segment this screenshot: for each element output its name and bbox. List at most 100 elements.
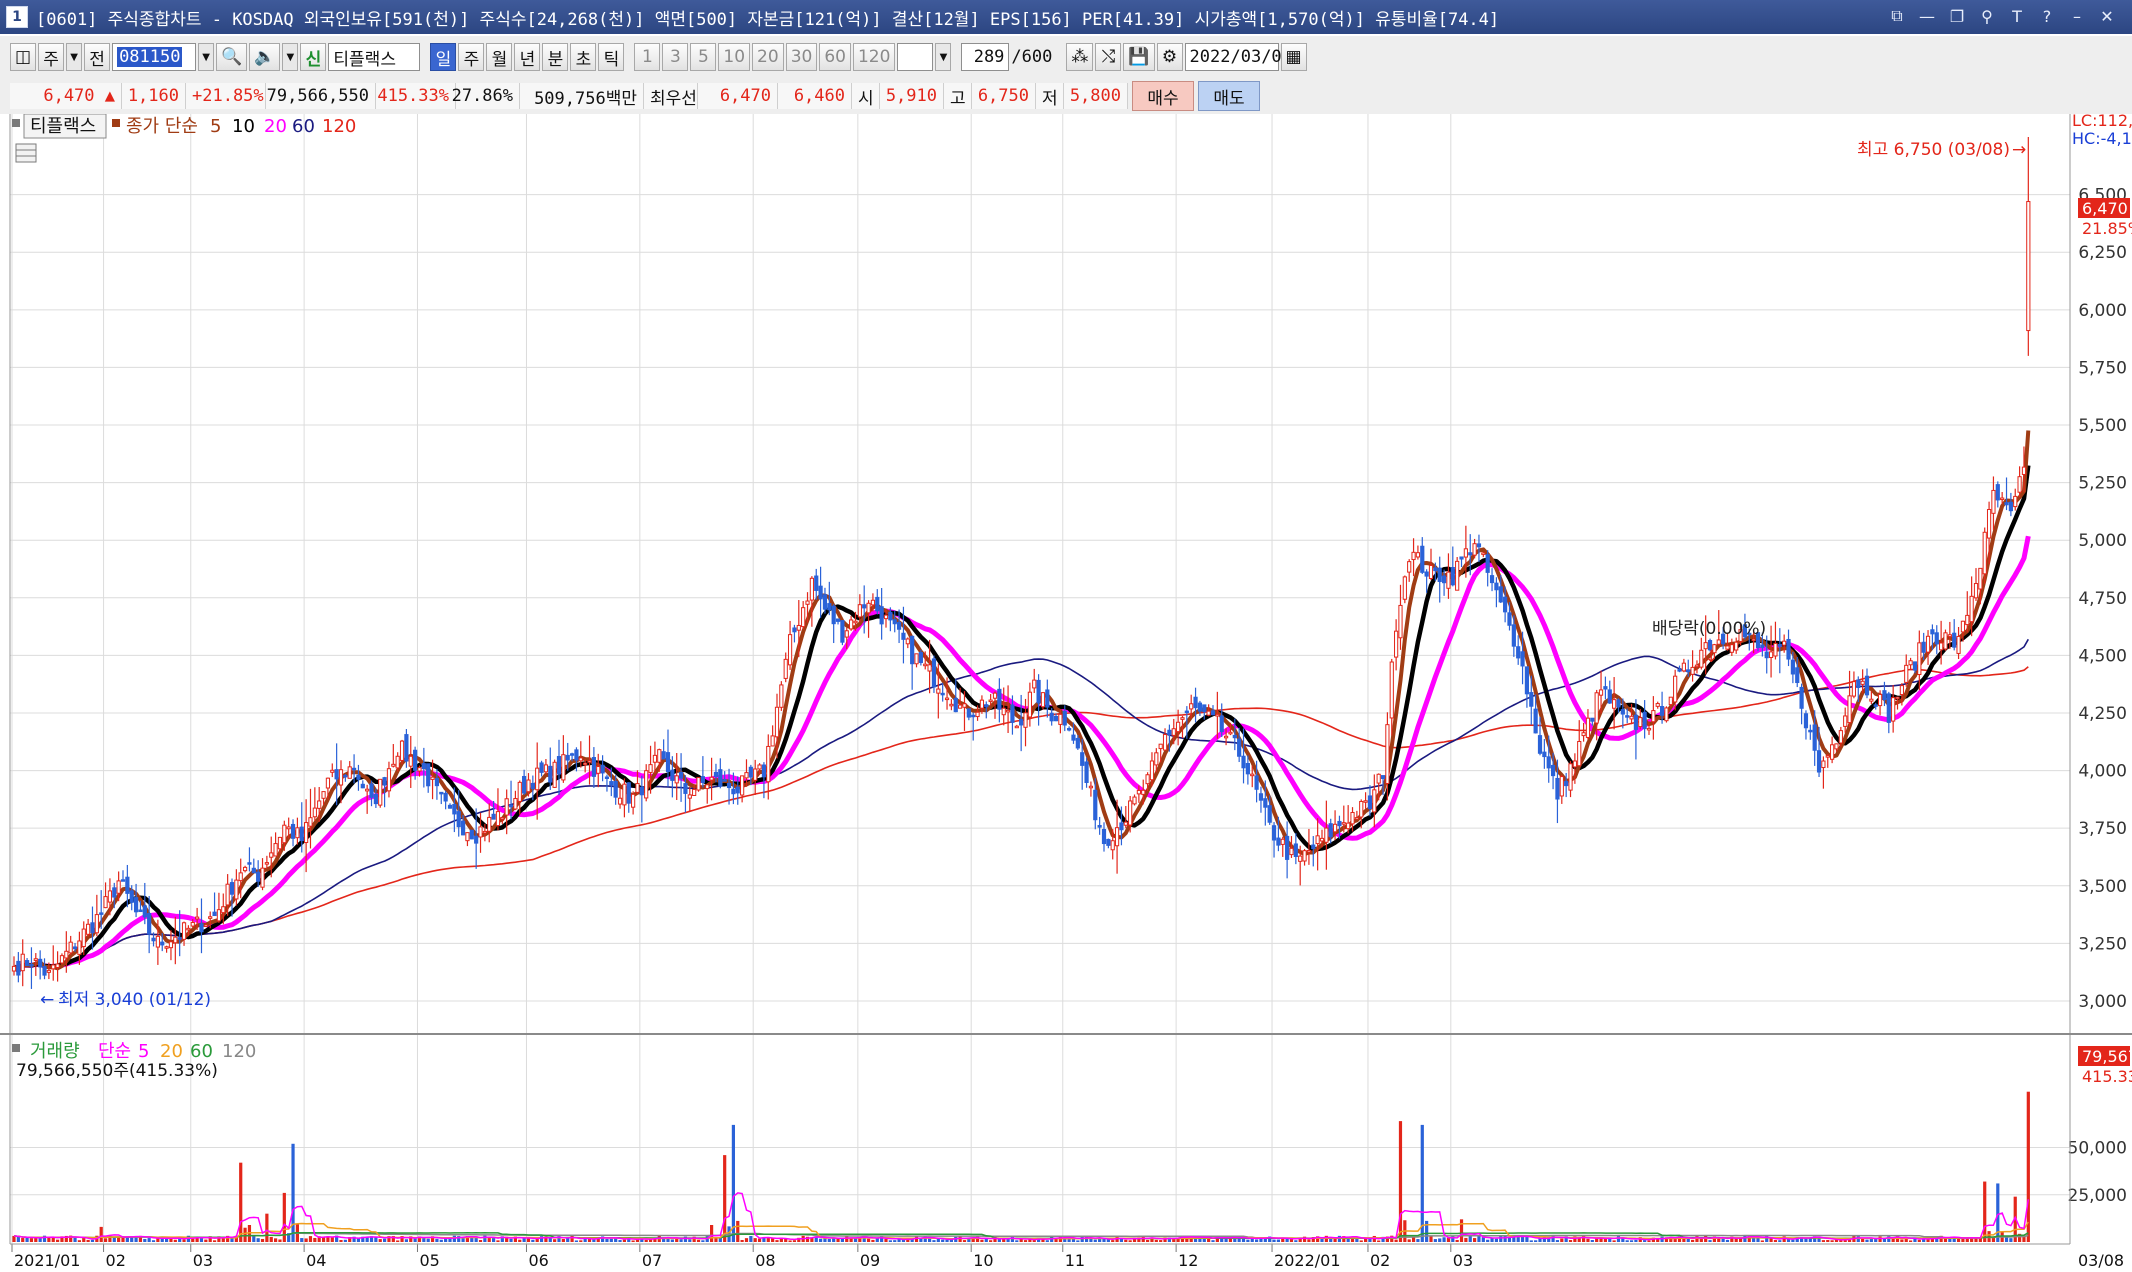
candle-body bbox=[256, 871, 261, 882]
candle-body bbox=[692, 788, 697, 796]
volume-bar bbox=[182, 1239, 186, 1242]
last-ratio-badge: 415.33 bbox=[2082, 1067, 2132, 1086]
window-minimize-icon[interactable]: – bbox=[2066, 4, 2088, 28]
close-icon[interactable]: ✕ bbox=[2096, 4, 2118, 28]
minimize-icon[interactable]: — bbox=[1916, 4, 1938, 28]
ma-legend-120[interactable]: 120 bbox=[322, 116, 356, 137]
ma-legend-10[interactable]: 10 bbox=[232, 116, 255, 137]
stock-code-dropdown-arrow[interactable]: ▼ bbox=[198, 43, 215, 71]
compare-icon[interactable]: ⤭ bbox=[1095, 43, 1122, 71]
candle-body bbox=[1001, 707, 1006, 716]
candle-body bbox=[1250, 773, 1255, 777]
data-table-icon[interactable] bbox=[15, 143, 37, 163]
interval-button-3[interactable]: 3 bbox=[662, 43, 689, 71]
font-size-icon[interactable]: T bbox=[2006, 4, 2028, 28]
candle-body bbox=[1812, 724, 1817, 751]
prev-button[interactable]: 전 bbox=[84, 43, 111, 71]
interval-button-20[interactable]: 20 bbox=[752, 43, 784, 71]
period-dropdown-arrow[interactable]: ▼ bbox=[66, 43, 83, 71]
candle-body bbox=[1455, 560, 1460, 591]
candle-body bbox=[1830, 744, 1835, 760]
candle-body bbox=[321, 791, 326, 799]
stock-chart[interactable]: 3,000 3,250 3,500 3,750 4,000 4,250 4,500 4,750… bbox=[0, 114, 2132, 1272]
time-tick-label: 08 bbox=[755, 1251, 775, 1270]
volume-legend-60[interactable]: 60 bbox=[190, 1041, 213, 1062]
sound-dropdown-arrow[interactable]: ▼ bbox=[282, 43, 299, 71]
calendar-icon[interactable]: ▦ bbox=[1280, 43, 1307, 71]
link-window-icon[interactable]: ⧉ bbox=[1886, 4, 1908, 28]
volume-bar bbox=[278, 1239, 282, 1242]
volume-bar bbox=[383, 1238, 387, 1242]
stock-name-field[interactable]: 티플랙스 bbox=[328, 43, 421, 71]
gear-icon[interactable]: ⚙ bbox=[1156, 43, 1183, 71]
volume-bar bbox=[1830, 1240, 1834, 1242]
interval-button-1[interactable]: 1 bbox=[634, 43, 661, 71]
interval-button-5[interactable]: 5 bbox=[690, 43, 717, 71]
volume-bar bbox=[300, 1238, 304, 1242]
price-legend-marker[interactable] bbox=[12, 119, 20, 127]
ma-legend-20[interactable]: 20 bbox=[264, 116, 287, 137]
layout-icon[interactable]: ◫ bbox=[10, 43, 37, 71]
candle-body bbox=[766, 745, 771, 783]
custom-interval-input[interactable] bbox=[897, 43, 934, 71]
indicator-settings-icon[interactable]: ⁂ bbox=[1066, 43, 1094, 71]
interval-button-30[interactable]: 30 bbox=[785, 43, 818, 71]
volume-bar bbox=[1956, 1238, 1961, 1242]
candle-body bbox=[173, 936, 178, 944]
volume-bar bbox=[1691, 1239, 1695, 1242]
volume-legend-120[interactable]: 120 bbox=[222, 1041, 256, 1062]
candle-body bbox=[1245, 762, 1250, 775]
candle-body bbox=[186, 927, 191, 931]
pin-icon[interactable]: ⚲ bbox=[1976, 4, 1998, 28]
tab-period-second[interactable]: 초 bbox=[570, 43, 597, 71]
candle-body bbox=[417, 767, 422, 772]
ma-legend-5[interactable]: 5 bbox=[210, 116, 221, 137]
buy-button[interactable]: 매수 bbox=[1132, 81, 1194, 111]
stock-code-input[interactable]: 081150 bbox=[112, 43, 197, 71]
candle-body bbox=[1843, 715, 1848, 727]
interval-button-60[interactable]: 60 bbox=[819, 43, 851, 71]
candle-body bbox=[1276, 837, 1281, 846]
help-icon[interactable]: ? bbox=[2036, 4, 2058, 28]
date-input[interactable]: 2022/03/08 bbox=[1184, 43, 1292, 71]
candle-body bbox=[264, 862, 269, 865]
interval-button-10[interactable]: 10 bbox=[718, 43, 751, 71]
period-select[interactable]: 주 bbox=[38, 43, 65, 71]
candle-body bbox=[86, 923, 91, 935]
tab-period-month[interactable]: 월 bbox=[486, 43, 513, 71]
tab-period-day[interactable]: 일 bbox=[430, 43, 457, 71]
turnover-ratio: 27.86% bbox=[452, 83, 520, 109]
candle-body bbox=[2021, 466, 2027, 475]
ma-legend-60[interactable]: 60 bbox=[292, 116, 315, 137]
candle-body bbox=[565, 754, 570, 761]
window-number-badge[interactable]: 1 bbox=[6, 6, 28, 28]
tab-period-year[interactable]: 년 bbox=[514, 43, 541, 71]
candle-body bbox=[234, 879, 239, 900]
candle-body bbox=[369, 783, 374, 798]
candle-body bbox=[958, 704, 963, 709]
candle-body bbox=[51, 964, 56, 970]
volume-legend-marker[interactable] bbox=[12, 1044, 20, 1052]
candle-body bbox=[1729, 644, 1734, 653]
candle-body bbox=[16, 960, 21, 976]
tab-period-week[interactable]: 주 bbox=[458, 43, 485, 71]
candle-body bbox=[404, 734, 409, 762]
volume-legend-20[interactable]: 20 bbox=[160, 1041, 183, 1062]
volume-bar bbox=[1673, 1238, 1677, 1242]
tab-period-tick[interactable]: 틱 bbox=[598, 43, 625, 71]
search-icon[interactable]: 🔍 bbox=[216, 43, 248, 71]
volume-bar bbox=[1002, 1239, 1006, 1242]
save-icon[interactable]: 💾 bbox=[1123, 43, 1155, 71]
volume-legend-5[interactable]: 5 bbox=[138, 1041, 149, 1062]
candle-body bbox=[1585, 717, 1591, 738]
interval-button-120[interactable]: 120 bbox=[852, 43, 896, 71]
candle-body bbox=[866, 602, 871, 614]
tab-period-minute[interactable]: 분 bbox=[542, 43, 569, 71]
sound-icon[interactable]: 🔈 bbox=[249, 43, 281, 71]
restore-icon[interactable]: ❐ bbox=[1946, 4, 1968, 28]
bar-count-input[interactable]: 289 bbox=[961, 43, 1010, 71]
sell-button[interactable]: 매도 bbox=[1198, 81, 1260, 111]
candle-body bbox=[495, 811, 501, 827]
volume-bar bbox=[269, 1236, 273, 1242]
custom-interval-dropdown-arrow[interactable]: ▼ bbox=[935, 43, 952, 71]
